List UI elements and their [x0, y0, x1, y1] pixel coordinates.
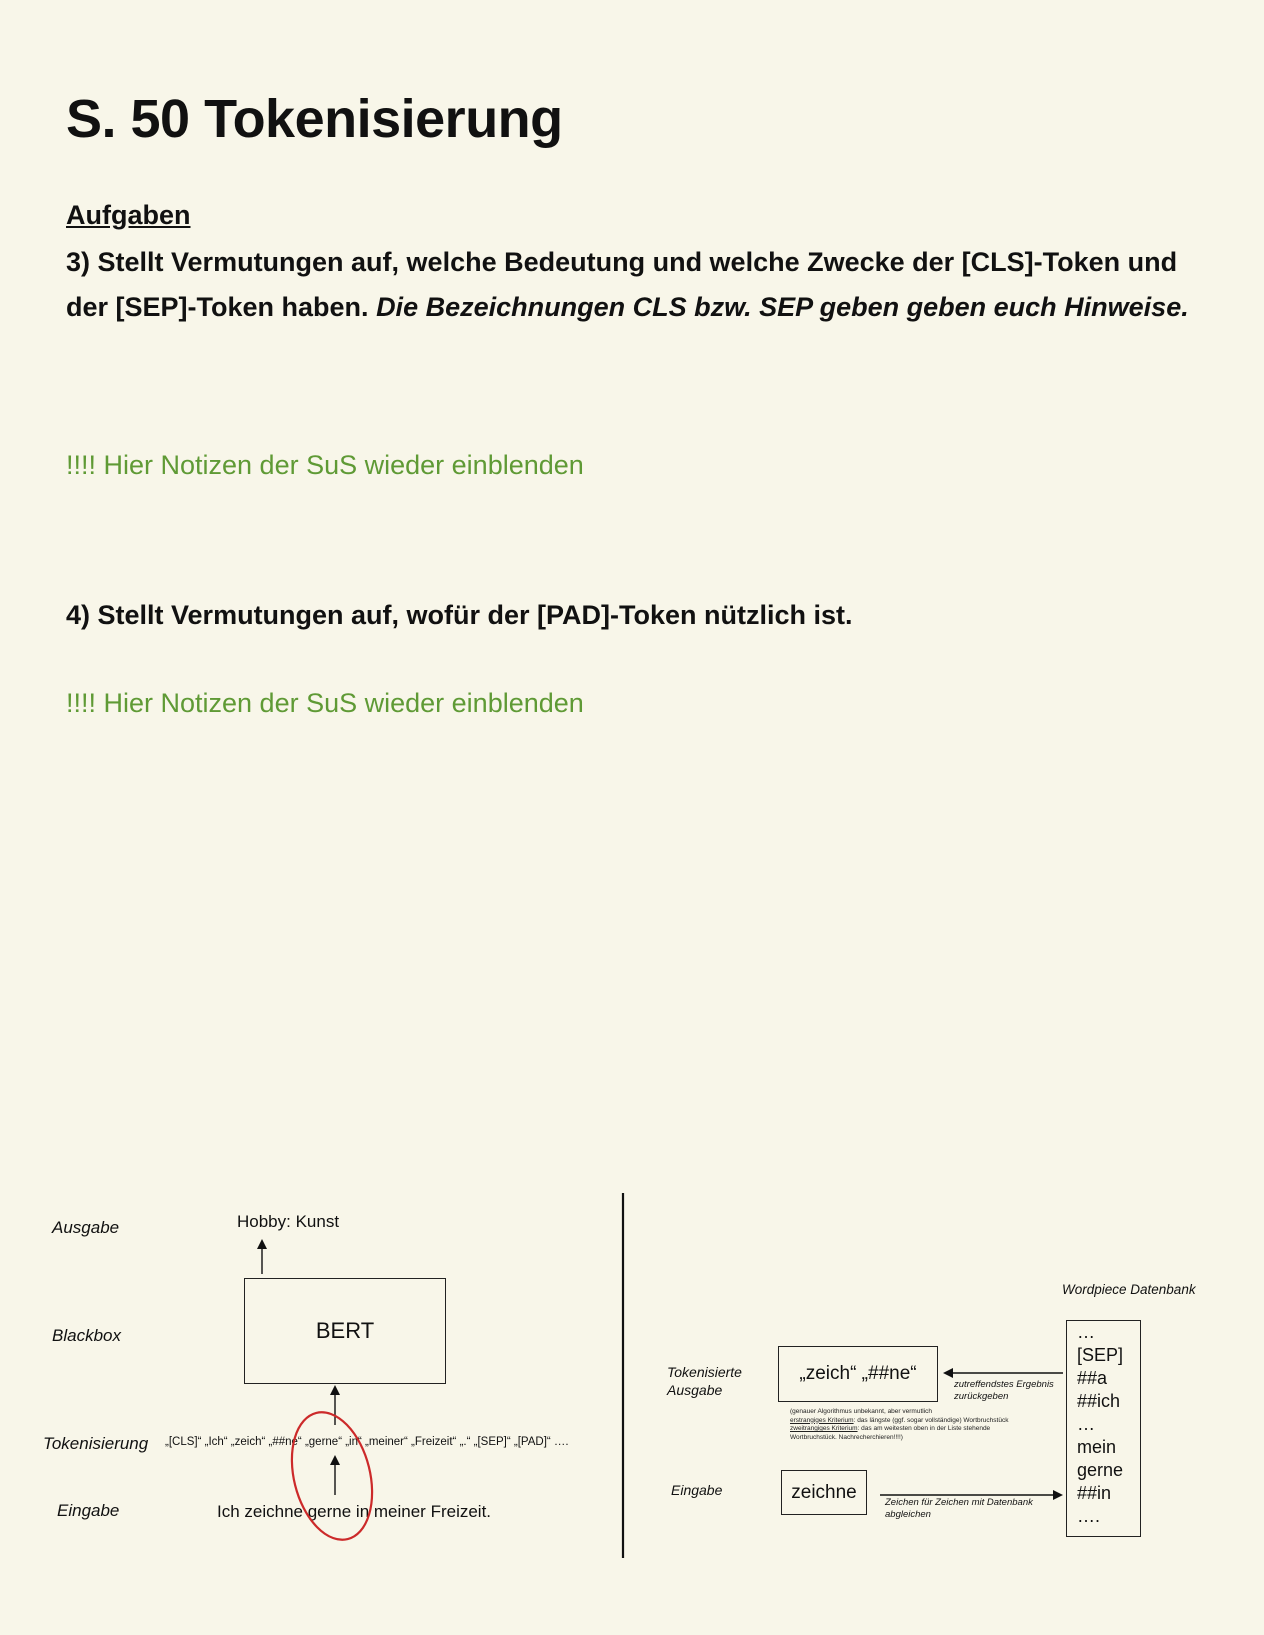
diagram-graphics [257, 1193, 1063, 1558]
highlight-ellipse [290, 1411, 374, 1541]
